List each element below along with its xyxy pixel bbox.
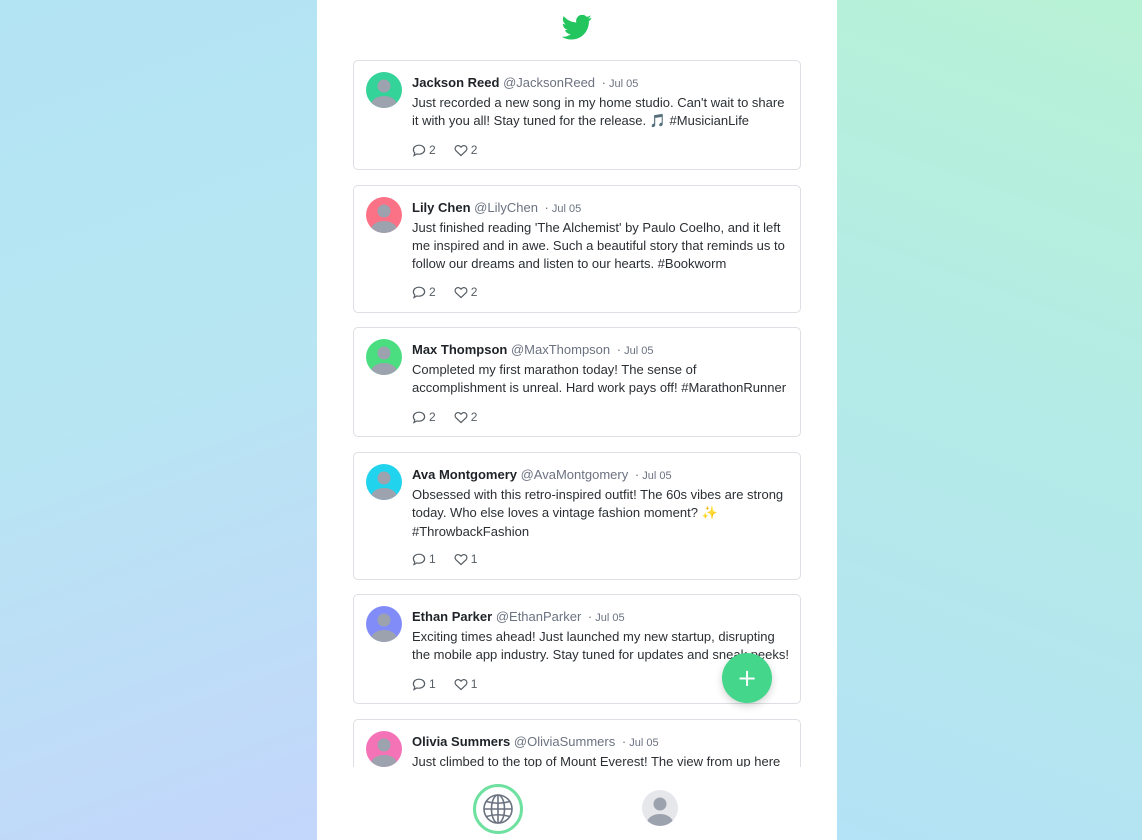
like-count: 1: [470, 552, 478, 566]
author-name[interactable]: Ethan Parker: [412, 609, 492, 624]
like-count: 2: [470, 285, 478, 299]
tweet-header: Lily Chen @LilyChen · Jul 05: [412, 200, 581, 217]
like-count: 1: [470, 677, 478, 691]
tweet-date: Jul 05: [624, 345, 654, 357]
comment-icon: [412, 411, 426, 424]
avatar[interactable]: [366, 339, 402, 375]
author-handle[interactable]: @AvaMontgomery: [521, 467, 629, 482]
comment-count: 2: [429, 143, 436, 157]
tweet-text: Just recorded a new song in my home stud…: [412, 94, 792, 131]
tweet-text: Just climbed to the top of Mount Everest…: [412, 754, 781, 767]
like-button[interactable]: 1: [454, 552, 478, 566]
heart-icon: [454, 286, 468, 298]
tweet-actions: 2 2: [412, 409, 495, 425]
tweet-header: Jackson Reed @JacksonReed · Jul 05: [412, 75, 638, 92]
comment-button[interactable]: 2: [412, 410, 436, 424]
author-handle[interactable]: @LilyChen: [474, 200, 538, 215]
sparkles-emoji: ✨: [701, 506, 718, 521]
author-handle[interactable]: @EthanParker: [496, 609, 581, 624]
author-handle[interactable]: @MaxThompson: [511, 342, 610, 357]
comment-button[interactable]: 2: [412, 285, 436, 299]
tweet-date: Jul 05: [595, 612, 625, 624]
comment-icon: [412, 286, 426, 299]
globe-icon: [483, 794, 513, 824]
tweet-header: Max Thompson @MaxThompson · Jul 05: [412, 342, 653, 359]
tweet-actions: 2 2: [412, 142, 495, 158]
like-count: 2: [470, 410, 478, 424]
avatar[interactable]: [366, 197, 402, 233]
avatar[interactable]: [366, 464, 402, 500]
comment-count: 1: [429, 552, 436, 566]
comment-count: 1: [429, 677, 436, 691]
comment-icon: [412, 678, 426, 691]
comment-icon: [412, 144, 426, 157]
author-name[interactable]: Lily Chen: [412, 200, 471, 215]
heart-icon: [454, 678, 468, 690]
plus-icon: +: [736, 664, 758, 692]
music-note-emoji: 🎵: [649, 114, 666, 129]
separator: ·: [587, 609, 593, 624]
tweet-date: Jul 05: [551, 203, 582, 215]
author-name[interactable]: Max Thompson: [412, 342, 507, 357]
comment-icon: [412, 553, 426, 566]
author-handle[interactable]: @JacksonReed: [503, 75, 595, 90]
like-button[interactable]: 2: [454, 285, 478, 299]
heart-icon: [454, 144, 468, 156]
like-button[interactable]: 2: [454, 143, 478, 157]
tweet-card[interactable]: Olivia Summers @OliviaSummers · Jul 05 Ju…: [353, 719, 801, 767]
avatar[interactable]: [366, 731, 402, 767]
tweet-hashtag: #MusicianLife: [665, 113, 750, 128]
heart-icon: [454, 553, 468, 565]
comment-button[interactable]: 1: [412, 552, 436, 566]
tweet-date: Jul 05: [629, 737, 659, 749]
separator: ·: [621, 734, 627, 749]
comment-count: 2: [429, 410, 436, 424]
heart-icon: [454, 411, 468, 423]
tweet-hashtag: #ThrowbackFashion: [412, 524, 530, 539]
tweet-text: Just finished reading 'The Alchemist' by…: [412, 220, 785, 271]
avatar[interactable]: [366, 606, 402, 642]
comment-button[interactable]: 1: [412, 677, 436, 691]
tweet-card[interactable]: Max Thompson @MaxThompson · Jul 05 Comple…: [353, 327, 801, 437]
like-button[interactable]: 1: [454, 677, 478, 691]
author-name[interactable]: Jackson Reed: [412, 75, 499, 90]
tweet-actions: 1 1: [412, 676, 495, 692]
nav-home-button[interactable]: [473, 784, 523, 834]
tweet-date: Jul 05: [609, 78, 639, 90]
tweet-header: Ethan Parker @EthanParker · Jul 05: [412, 609, 625, 626]
app-panel: Jackson Reed @JacksonReed · Jul 05 Just r…: [317, 0, 837, 840]
tweet-header: Olivia Summers @OliviaSummers · Jul 05: [412, 734, 659, 751]
twitter-bird-icon[interactable]: [560, 12, 594, 42]
separator: ·: [634, 467, 640, 482]
tweet-text: Completed my first marathon today! The s…: [412, 362, 787, 395]
compose-tweet-button[interactable]: +: [722, 653, 772, 703]
tweet-card[interactable]: Jackson Reed @JacksonReed · Jul 05 Just r…: [353, 60, 801, 170]
comment-count: 2: [429, 285, 436, 299]
avatar[interactable]: [366, 72, 402, 108]
tweet-card[interactable]: Ava Montgomery @AvaMontgomery · Jul 05 Ob…: [353, 452, 801, 580]
comment-button[interactable]: 2: [412, 143, 436, 157]
nav-profile-button[interactable]: [642, 790, 678, 826]
tweet-text-body: Obsessed with this retro-inspired outfit…: [412, 487, 784, 520]
like-count: 2: [470, 143, 478, 157]
tweet-actions: 2 2: [412, 284, 495, 300]
background-right: [837, 0, 1142, 840]
tweet-date: Jul 05: [642, 470, 672, 482]
separator: ·: [601, 75, 606, 90]
tweet-text: Obsessed with this retro-inspired outfit…: [412, 486, 792, 541]
separator: ·: [544, 200, 549, 215]
user-avatar-icon: [642, 790, 678, 826]
author-handle[interactable]: @OliviaSummers: [514, 734, 615, 749]
tweet-header: Ava Montgomery @AvaMontgomery · Jul 05: [412, 467, 672, 484]
tweet-actions: 1 1: [412, 551, 495, 567]
like-button[interactable]: 2: [454, 410, 478, 424]
author-name[interactable]: Olivia Summers: [412, 734, 510, 749]
separator: ·: [616, 342, 622, 357]
author-name[interactable]: Ava Montgomery: [412, 467, 517, 482]
tweet-card[interactable]: Lily Chen @LilyChen · Jul 05 Just finishe…: [353, 185, 801, 313]
